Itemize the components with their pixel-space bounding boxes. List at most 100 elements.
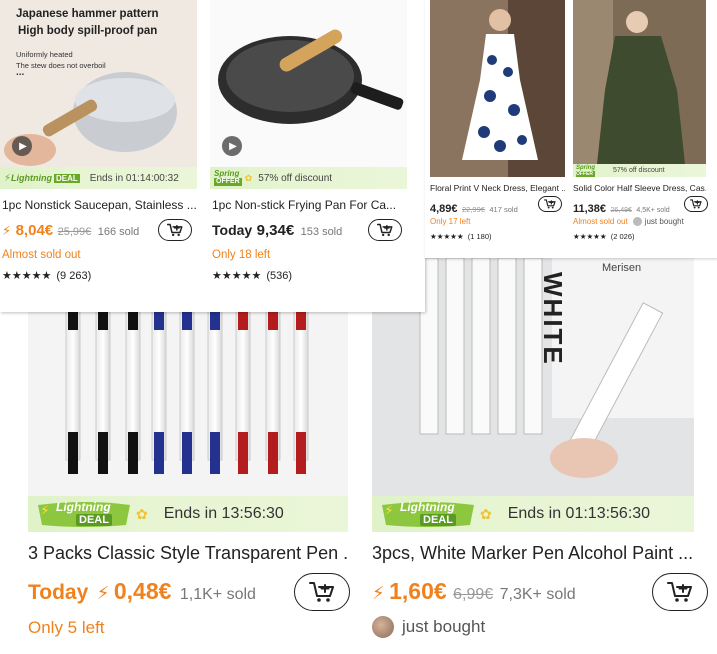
product-title[interactable]: 3pcs, White Marker Pen Alcohol Paint ...	[372, 543, 694, 564]
add-to-cart-button[interactable]	[294, 573, 350, 611]
cart-add-icon	[544, 199, 556, 209]
flower-decoration-icon: ✿	[480, 505, 492, 522]
lightning-deal-banner: ⚡ Lightning DEAL Ends in 01:14:00:32	[0, 167, 197, 189]
saucepan-product-image[interactable]: Japanese hammer pattern High body spill-…	[0, 0, 197, 167]
stock-status: Only 5 left	[28, 618, 105, 637]
cart-add-icon	[667, 582, 692, 602]
sold-count: 7,3K+ sold	[499, 586, 576, 603]
play-button[interactable]: ▶	[222, 136, 242, 156]
image-caption: Uniformly heated	[16, 50, 73, 59]
price-row: Today ⚡ 0,48€ 1,1K+ sold	[28, 578, 256, 605]
spring-offer-banner: Spring OFFER ✿ 57% off discount	[210, 167, 407, 189]
add-to-cart-button[interactable]	[368, 219, 402, 241]
badge-line-2: DEAL	[76, 514, 112, 526]
pen-product-image[interactable]	[28, 282, 348, 496]
sale-price: 9,34€	[256, 222, 295, 239]
original-price: 6,99€	[453, 586, 494, 603]
add-to-cart-button[interactable]	[652, 573, 708, 611]
original-price: 22,99€	[461, 205, 485, 214]
lightning-bolt-icon: ⚡	[2, 223, 12, 238]
flower-decoration-icon: ✿	[136, 505, 148, 522]
product-title[interactable]: Floral Print V Neck Dress, Elegant ...	[430, 183, 565, 193]
floral-dress-product-image[interactable]	[430, 0, 565, 177]
lightning-deal-banner: ⚡ Lightning DEAL ✿ Ends in 13:56:30	[28, 496, 348, 532]
product-title[interactable]: 1pc Non-stick Frying Pan For Ca...	[212, 198, 407, 212]
rating: ★★★★★ (1 180)	[430, 232, 491, 241]
lightning-bolt-icon: ⚡	[384, 502, 394, 518]
pen-blue-3	[207, 308, 223, 474]
badge-line-1: Lightning	[56, 500, 111, 514]
marker-4	[497, 258, 517, 435]
recent-buyer: just bought	[372, 616, 485, 638]
hand-shape	[550, 438, 618, 478]
product-title[interactable]: Solid Color Half Sleeve Dress, Cas...	[573, 183, 706, 193]
rating: ★★★★★ (2 026)	[573, 232, 634, 241]
lightning-bolt-icon: ⚡	[4, 172, 12, 184]
marker-2	[445, 258, 465, 435]
pen-red-1	[235, 308, 251, 474]
sale-price: 11,38€	[573, 203, 607, 215]
original-price: 26,49€	[610, 207, 632, 214]
image-caption: ...	[16, 67, 25, 78]
lightning-deal-banner: ⚡ Lightning DEAL ✿ Ends in 01:13:56:30	[372, 496, 694, 532]
rating-count: (1 180)	[467, 232, 492, 241]
cart-add-icon	[309, 582, 334, 602]
price-prefix: Today	[212, 222, 253, 238]
lightning-deal-badge: ⚡ Lightning DEAL	[378, 499, 478, 529]
avatar	[372, 616, 394, 638]
product-title[interactable]: 3 Packs Classic Style Transparent Pen ..…	[28, 543, 348, 564]
rating: ★★★★★ (9 263)	[2, 269, 91, 282]
sale-price: 1,60€	[389, 578, 447, 604]
rating-count: (536)	[266, 270, 293, 282]
sold-count: 166 sold	[97, 226, 140, 238]
add-to-cart-button[interactable]	[684, 196, 708, 212]
just-bought-text: just bought	[644, 217, 684, 226]
badge-line-2: OFFER	[576, 170, 595, 177]
promo-text: 57% off discount	[258, 172, 333, 184]
add-to-cart-button[interactable]	[158, 219, 192, 241]
pen-red-3	[293, 308, 309, 474]
sold-count: 153 sold	[300, 226, 343, 238]
product-title[interactable]: 1pc Nonstick Saucepan, Stainless ...	[2, 198, 197, 212]
play-button[interactable]: ▶	[12, 136, 32, 156]
spring-offer-banner: Spring OFFER 57% off discount	[573, 164, 706, 177]
badge-line-2: DEAL	[420, 514, 456, 526]
stock-status: Only 17 left	[430, 217, 471, 226]
star-icon: ★★★★★	[212, 270, 262, 282]
lightning-bolt-icon: ⚡	[40, 502, 50, 518]
avatar	[632, 217, 642, 226]
rating: ★★★★★ (536)	[212, 269, 292, 282]
green-dress-product-image[interactable]	[573, 0, 706, 164]
marker-brand-text: Merisen	[602, 262, 642, 274]
frying-pan-product-image[interactable]: ▶	[210, 0, 407, 167]
image-headline: High body spill-proof pan	[18, 25, 158, 37]
badge-line-1: Spring	[214, 169, 240, 178]
marker-3	[471, 258, 491, 435]
rating-count: (2 026)	[610, 232, 635, 241]
flower-decoration-icon: ✿	[244, 172, 253, 183]
pen-black-3	[125, 308, 141, 474]
cart-add-icon	[167, 223, 183, 237]
deal-timer: Ends in 01:13:56:30	[507, 505, 651, 522]
green-dress-illustration	[573, 0, 706, 164]
star-icon: ★★★★★	[2, 270, 52, 282]
pens-illustration	[28, 282, 348, 496]
sold-count: 1,1K+ sold	[179, 586, 256, 603]
sold-count: 417 sold	[489, 205, 518, 214]
lightning-deal-badge: ⚡ Lightning DEAL	[34, 499, 134, 529]
stock-status: Only 18 left	[212, 249, 271, 261]
pen-red-2	[265, 308, 281, 474]
sale-price: 8,04€	[15, 222, 54, 239]
floral-dress-illustration	[430, 0, 565, 177]
star-icon: ★★★★★	[573, 232, 607, 241]
spring-offer-badge: Spring OFFER	[214, 170, 242, 186]
badge-line-1: Lightning	[400, 500, 455, 514]
stock-status: Almost sold out	[2, 249, 81, 261]
deal-timer: Ends in 01:14:00:32	[89, 172, 179, 184]
rating-count: (9 263)	[56, 270, 92, 282]
sold-count: 4,5K+ sold	[636, 207, 670, 214]
play-icon: ▶	[19, 140, 27, 152]
marker-label-text: WHITE	[538, 272, 568, 366]
add-to-cart-button[interactable]	[538, 196, 562, 212]
sale-price: 0,48€	[113, 578, 172, 604]
